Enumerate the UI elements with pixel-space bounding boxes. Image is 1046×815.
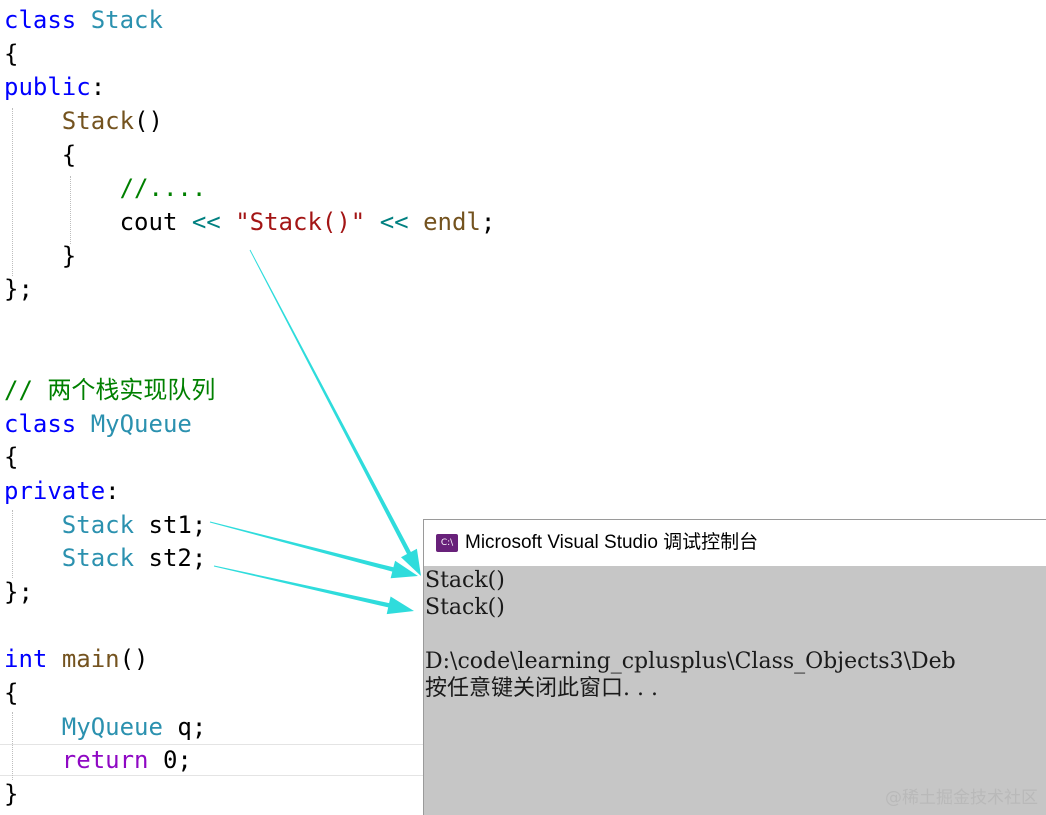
code-line: {: [4, 37, 18, 71]
code-token: int: [4, 645, 48, 674]
code-token: <<: [379, 207, 409, 236]
code-token: st1;: [134, 510, 207, 539]
console-output-line: Stack(): [425, 595, 505, 620]
code-line: class Stack: [4, 3, 163, 37]
code-line: {: [4, 676, 18, 710]
console-output-line: 按任意键关闭此窗口. . .: [425, 676, 658, 701]
code-line: int main(): [4, 642, 149, 676]
code-token: return: [61, 746, 149, 775]
code-token: endl: [423, 207, 481, 236]
code-token: private: [4, 477, 106, 506]
code-line: cout << "Stack()" << endl;: [4, 205, 496, 239]
code-token: };: [4, 275, 33, 304]
code-line: Stack(): [4, 104, 163, 138]
code-line: Stack st2;: [4, 541, 207, 575]
code-line: }: [4, 239, 76, 273]
console-output-line: D:\code\learning_cplusplus\Class_Objects…: [425, 649, 956, 674]
code-token: }: [4, 241, 77, 270]
visual-studio-console-icon: C:\: [436, 534, 458, 552]
console-titlebar[interactable]: C:\ Microsoft Visual Studio 调试控制台: [424, 520, 1046, 566]
console-output-line: Stack(): [425, 568, 505, 593]
code-token: st2;: [134, 544, 207, 573]
code-line: {: [4, 138, 76, 172]
code-token: public: [4, 73, 91, 102]
code-line: return 0;: [4, 743, 192, 777]
code-line: //....: [4, 171, 207, 205]
code-token: Stack: [61, 510, 135, 539]
code-line: // 两个栈实现队列: [4, 373, 215, 407]
code-line: };: [4, 272, 33, 306]
code-token: {: [4, 140, 77, 169]
code-token: Stack: [90, 6, 163, 34]
code-line: };: [4, 575, 33, 609]
code-token: (): [134, 106, 163, 135]
code-token: class: [4, 6, 77, 34]
code-line: private:: [4, 474, 120, 508]
code-token: MyQueue: [90, 409, 192, 438]
code-line: Stack st1;: [4, 508, 207, 542]
code-token: //....: [119, 174, 207, 203]
code-token: MyQueue: [61, 712, 163, 741]
code-token: "Stack()": [235, 207, 366, 236]
code-token: {: [4, 443, 19, 472]
code-line: }: [4, 777, 18, 811]
watermark: @稀土掘金技术社区: [885, 788, 1038, 808]
code-token: };: [4, 578, 33, 607]
code-token: {: [4, 679, 19, 707]
console-title: Microsoft Visual Studio 调试控制台: [465, 532, 759, 553]
code-token: cout: [119, 207, 178, 236]
code-token: 0;: [148, 746, 192, 775]
code-token: Stack: [61, 544, 135, 573]
code-token: main: [61, 645, 120, 674]
code-line: MyQueue q;: [4, 710, 207, 744]
code-token: :: [105, 477, 120, 506]
code-line: {: [4, 440, 18, 474]
code-line: class MyQueue: [4, 407, 192, 441]
code-token: }: [4, 779, 19, 808]
code-token: <<: [191, 207, 221, 236]
code-line: public:: [4, 70, 105, 104]
code-token: class: [4, 409, 77, 438]
code-token: q;: [162, 712, 207, 741]
code-token: {: [4, 39, 19, 68]
code-token: Stack: [61, 106, 135, 135]
code-token: ;: [480, 207, 496, 236]
code-token: // 两个栈实现队列: [4, 376, 216, 405]
code-token: :: [90, 73, 106, 102]
debug-console-window[interactable]: C:\ Microsoft Visual Studio 调试控制台 Stack(…: [423, 519, 1046, 815]
code-token: (): [119, 645, 149, 674]
